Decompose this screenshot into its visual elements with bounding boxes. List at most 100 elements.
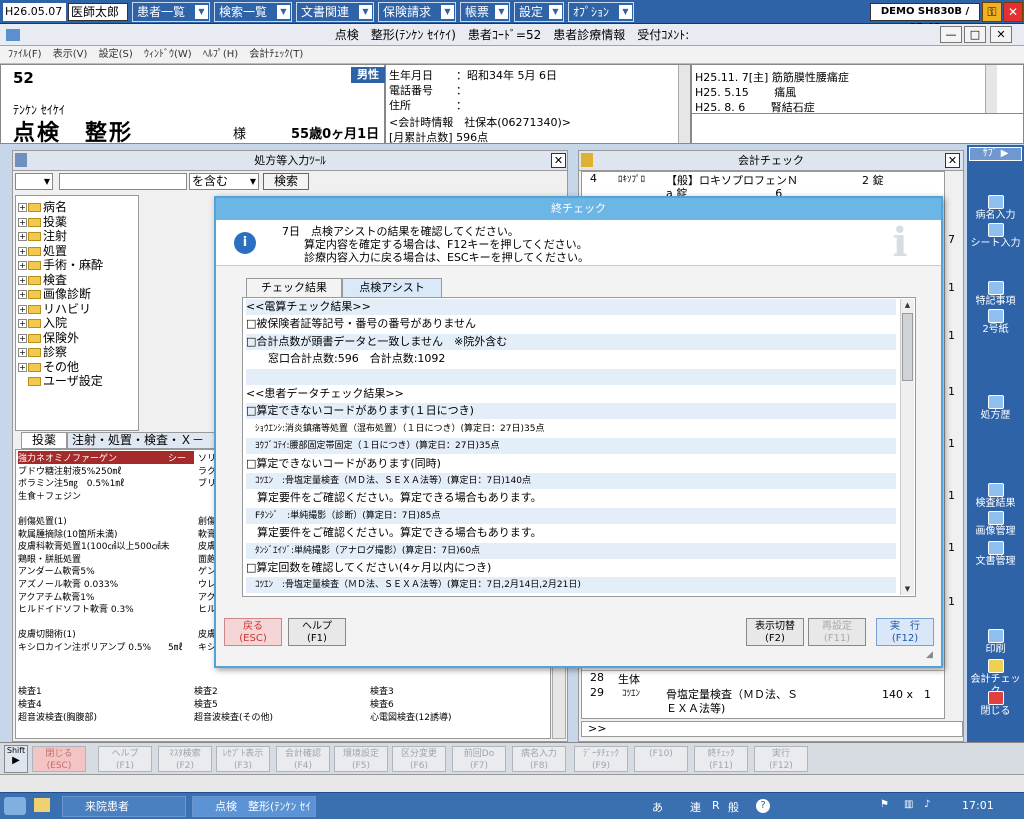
menu-help[interactable]: ﾍﾙﾌﾟ(H) <box>203 49 238 60</box>
expand-icon[interactable]: + <box>18 304 27 314</box>
tab-check-results[interactable]: チェック結果 <box>246 278 342 297</box>
reset-button[interactable]: 再設定 (F11) <box>808 618 866 646</box>
order-set-item[interactable]: アンダーム軟膏5% <box>18 564 194 577</box>
execute-button[interactable]: 実 行 (F12) <box>876 618 934 646</box>
prescription-history-button[interactable]: 処方歴 <box>969 395 1022 422</box>
search-input[interactable] <box>59 173 187 190</box>
special-notes-button[interactable]: 特記事項 <box>969 281 1022 308</box>
menu-forms[interactable]: 帳票 ▼ <box>460 2 510 22</box>
close-side-button[interactable]: 閉じる <box>969 691 1022 718</box>
panel-close-button[interactable]: ✕ <box>551 153 566 168</box>
document-management-button[interactable]: 文書管理 <box>969 541 1022 568</box>
order-set-item[interactable]: ヒルドイドソフト軟膏 0.3% <box>18 602 194 615</box>
maximize-button[interactable]: □ <box>964 26 986 43</box>
fkey-button[interactable]: 前回Do (F7) <box>452 746 506 772</box>
expand-icon[interactable]: + <box>18 275 27 285</box>
scroll-thumb[interactable] <box>902 313 913 381</box>
category-select[interactable]: ▼ <box>15 173 53 190</box>
taskbar-item-patient-window[interactable]: 点検 整形(ﾃﾝｹﾝ ｾｲｹ... <box>192 796 316 817</box>
exam-item[interactable]: 検査6 <box>370 697 394 710</box>
exam-item[interactable]: 検査1 <box>18 684 42 697</box>
scroll-up-icon[interactable]: ▲ <box>901 299 914 311</box>
order-set-item[interactable]: 生食＋フェジン <box>18 489 194 502</box>
fkey-button[interactable]: ﾚｾﾌﾟﾄ表示 (F3) <box>216 746 270 772</box>
exam-item[interactable]: 超音波検査(胸腹部) <box>18 710 97 723</box>
fkey-button[interactable]: 終ﾁｪｯｸ (F11) <box>694 746 748 772</box>
menu-documents[interactable]: 文書関連 ▼ <box>296 2 374 22</box>
doctor-selector[interactable]: 医師太郎 <box>68 3 128 21</box>
fkey-button[interactable]: 実行 (F12) <box>754 746 808 772</box>
menu-settings[interactable]: 設定 ▼ <box>514 2 564 22</box>
key-icon[interactable]: ⚿ <box>982 2 1002 22</box>
menu-search-list[interactable]: 検索一覧 ▼ <box>214 2 292 22</box>
sheet-entry-button[interactable]: シート入力 <box>969 223 1022 250</box>
search-button[interactable]: 検索 <box>263 173 309 190</box>
fkey-button[interactable]: ﾃﾞｰﾀﾁｪｯｸ (F9) <box>574 746 628 772</box>
fkey-button[interactable]: ヘルプ (F1) <box>98 746 152 772</box>
order-set-item[interactable]: 皮膚科軟膏処置1(100㎠以上500㎠未 <box>18 539 194 552</box>
exam-item[interactable]: 超音波検査(その他) <box>194 710 273 723</box>
scroll-down-icon[interactable]: ▼ <box>901 583 914 595</box>
order-set-item[interactable]: アクアチム軟膏1% <box>18 590 194 603</box>
result-scrollbar[interactable]: ▲ ▼ <box>900 299 914 595</box>
expand-icon[interactable]: + <box>18 290 27 299</box>
order-set-item[interactable]: ボラミン注5㎎ 0.5%1㎖ <box>18 476 194 489</box>
network-icon[interactable]: ▥ <box>904 799 913 810</box>
tab-inspection-assist[interactable]: 点検アシスト <box>342 278 442 297</box>
shift-button[interactable]: Shift ▶ <box>4 745 28 773</box>
order-set-item[interactable]: ブドウ糖注射液5%250㎖ <box>18 464 194 477</box>
fkey-button[interactable]: 環境設定 (F5) <box>334 746 388 772</box>
exam-item[interactable]: 検査5 <box>194 697 218 710</box>
flag-icon[interactable]: ⚑ <box>880 799 889 810</box>
expand-icon[interactable]: + <box>18 246 27 256</box>
image-management-button[interactable]: 画像管理 <box>969 511 1022 538</box>
menu-options[interactable]: ｵﾌﾟｼｮﾝ ▼ <box>568 2 634 22</box>
menu-window[interactable]: ｳｨﾝﾄﾞｳ(W) <box>144 49 192 60</box>
disease-item[interactable]: H25.11. 7[主] 筋筋膜性腰痛症 <box>695 69 849 85</box>
folder-icon[interactable] <box>34 798 50 812</box>
clock[interactable]: 17:01 <box>962 799 994 812</box>
tree-item[interactable]: ユーザ設定 <box>18 372 103 389</box>
expand-icon[interactable]: + <box>18 217 27 227</box>
tab-injection-procedure[interactable]: 注射・処置・検査・Ｘ－ <box>67 432 227 449</box>
menu-setting[interactable]: 設定(S) <box>99 49 133 60</box>
expand-icon[interactable]: + <box>18 319 27 328</box>
ime-mode[interactable]: あ <box>652 799 663 815</box>
expand-icon[interactable]: + <box>18 362 27 372</box>
back-button[interactable]: 戻る (ESC) <box>224 618 282 646</box>
speaker-icon[interactable]: ♪ <box>924 799 930 810</box>
display-toggle-button[interactable]: 表示切替 (F2) <box>746 618 804 646</box>
exam-item[interactable]: 検査4 <box>18 697 42 710</box>
command-input[interactable]: >> <box>581 721 963 737</box>
disease-scrollbar[interactable] <box>985 65 997 113</box>
fkey-button[interactable]: (F10) <box>634 746 688 772</box>
form-2-button[interactable]: 2号紙 <box>969 309 1022 336</box>
start-icon[interactable] <box>4 797 26 815</box>
taskbar-item-waiting-patients[interactable]: 来院患者 <box>62 796 186 817</box>
test-results-button[interactable]: 検査結果 <box>969 483 1022 510</box>
expand-icon[interactable]: + <box>18 333 27 343</box>
menu-insurance-claim[interactable]: 保険請求 ▼ <box>378 2 456 22</box>
match-mode-select[interactable]: を含む ▼ <box>189 173 259 190</box>
fkey-button[interactable]: 閉じる (ESC) <box>32 746 86 772</box>
disease-item[interactable]: H25. 5.15 痛風 <box>695 84 796 100</box>
minimize-button[interactable]: — <box>940 26 962 43</box>
fkey-button[interactable]: ﾏｽﾀ検索 (F2) <box>158 746 212 772</box>
disease-entry-button[interactable]: 病名入力 <box>969 195 1022 222</box>
order-set-item[interactable]: アズノール軟膏 0.033% <box>18 577 194 590</box>
ime-conversion[interactable]: 連 <box>690 799 701 815</box>
fkey-button[interactable]: 病名入力 (F8) <box>512 746 566 772</box>
menu-patient-list[interactable]: 患者一覧 ▼ <box>132 2 210 22</box>
exam-item[interactable]: 検査3 <box>370 684 394 697</box>
order-set-item[interactable]: 創傷処置(1) <box>18 514 194 527</box>
expand-icon[interactable]: + <box>18 348 27 357</box>
menu-file[interactable]: ﾌｧｲﾙ(F) <box>8 49 42 60</box>
ime-dictionary[interactable]: 般 <box>728 799 739 815</box>
ime-romaji[interactable]: R <box>712 799 720 812</box>
help-button[interactable]: ヘルプ (F1) <box>288 618 346 646</box>
menu-view[interactable]: 表示(V) <box>53 49 88 60</box>
exam-item[interactable]: 検査2 <box>194 684 218 697</box>
order-set-item[interactable]: 皮膚切開術(1) <box>18 627 194 640</box>
order-set-item[interactable]: 鶏眼・胼胝処置 <box>18 552 194 565</box>
fkey-button[interactable]: 会計確認 (F4) <box>276 746 330 772</box>
